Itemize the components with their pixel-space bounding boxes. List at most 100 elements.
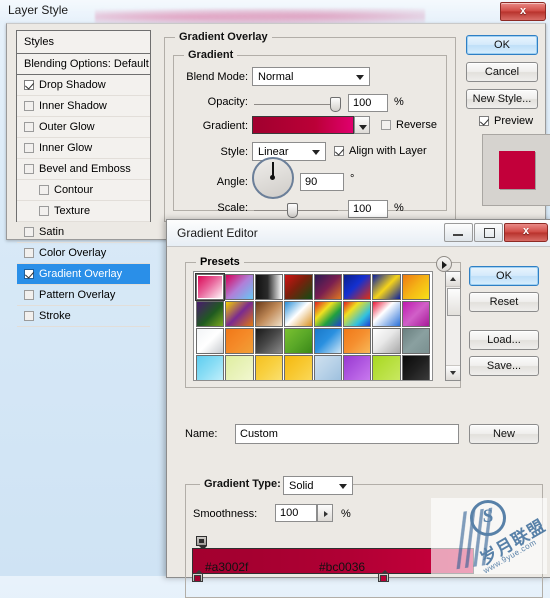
preset-swatch[interactable]	[313, 355, 342, 380]
preset-swatch[interactable]	[372, 355, 401, 380]
preset-swatch[interactable]	[401, 328, 430, 354]
style-row-gradient-overlay[interactable]: Gradient Overlay	[17, 264, 150, 285]
align-with-layer-label: Align with Layer	[349, 145, 427, 157]
preset-swatch[interactable]	[401, 301, 430, 327]
style-row-stroke[interactable]: Stroke	[17, 306, 150, 327]
preset-swatch[interactable]	[342, 328, 372, 354]
checkbox-drop-shadow[interactable]	[24, 80, 34, 90]
preset-swatch[interactable]	[196, 328, 225, 354]
preset-swatch[interactable]	[284, 274, 313, 300]
reverse-checkbox-row[interactable]: Reverse	[381, 119, 437, 131]
checkbox-stroke[interactable]	[24, 311, 34, 321]
preset-swatch[interactable]	[342, 301, 372, 327]
style-row-satin[interactable]: Satin	[17, 222, 150, 243]
style-row-outer-glow[interactable]: Outer Glow	[17, 117, 150, 138]
style-row-drop-shadow[interactable]: Drop Shadow	[17, 75, 150, 96]
preset-swatch[interactable]	[254, 355, 284, 380]
preset-swatch[interactable]	[284, 355, 313, 380]
scale-input[interactable]: 100	[348, 200, 388, 218]
gradient-editor-save-button[interactable]: Save...	[469, 356, 539, 376]
gradient-editor-close-icon[interactable]: x	[504, 223, 548, 242]
checkbox-outer-glow[interactable]	[24, 122, 34, 132]
preview-checkbox-row[interactable]: Preview	[479, 115, 533, 127]
style-row-inner-shadow[interactable]: Inner Shadow	[17, 96, 150, 117]
checkbox-preview[interactable]	[479, 116, 489, 126]
preset-swatch[interactable]	[254, 328, 284, 354]
blending-options-row[interactable]: Blending Options: Default	[17, 54, 150, 75]
new-preset-button[interactable]: New	[469, 424, 539, 444]
style-row-texture[interactable]: Texture	[17, 201, 150, 222]
preset-swatch[interactable]	[194, 273, 226, 301]
blend-mode-select[interactable]: Normal	[252, 67, 370, 86]
opacity-slider-track[interactable]	[254, 104, 338, 105]
angle-input[interactable]: 90	[300, 173, 344, 191]
scale-slider-knob[interactable]	[287, 203, 298, 218]
presets-scrollbar[interactable]	[445, 271, 461, 381]
smoothness-stepper[interactable]	[317, 504, 333, 522]
checkbox-contour[interactable]	[39, 185, 49, 195]
preset-swatch[interactable]	[342, 355, 372, 380]
checkbox-reverse[interactable]	[381, 120, 391, 130]
style-row-pattern-overlay[interactable]: Pattern Overlay	[17, 285, 150, 306]
preset-swatch[interactable]	[225, 274, 254, 300]
style-row-color-overlay[interactable]: Color Overlay	[17, 243, 150, 264]
checkbox-satin[interactable]	[24, 227, 34, 237]
preset-swatch[interactable]	[225, 355, 254, 380]
checkbox-color-overlay[interactable]	[24, 248, 34, 258]
checkbox-texture[interactable]	[39, 206, 49, 216]
preset-swatch[interactable]	[372, 274, 401, 300]
preset-swatch[interactable]	[284, 301, 313, 327]
gradient-editor-ok-button[interactable]: OK	[469, 266, 539, 286]
gradient-dropdown-button[interactable]	[354, 116, 370, 134]
preset-swatch[interactable]	[225, 328, 254, 354]
maximize-icon[interactable]	[474, 223, 503, 242]
scroll-up-icon[interactable]	[446, 272, 460, 287]
gradient-editor-load-button[interactable]: Load...	[469, 330, 539, 350]
style-row-bevel-and-emboss[interactable]: Bevel and Emboss	[17, 159, 150, 180]
preset-swatch[interactable]	[313, 328, 342, 354]
name-input[interactable]: Custom	[235, 424, 459, 444]
checkbox-align-with-layer[interactable]	[334, 146, 344, 156]
preset-swatch[interactable]	[254, 301, 284, 327]
style-row-inner-glow[interactable]: Inner Glow	[17, 138, 150, 159]
preset-swatch[interactable]	[401, 274, 430, 300]
preset-swatch[interactable]	[372, 301, 401, 327]
preset-swatch[interactable]	[196, 355, 225, 380]
new-style-button[interactable]: New Style...	[466, 89, 538, 109]
preset-swatch[interactable]	[313, 301, 342, 327]
opacity-stop-marker[interactable]	[196, 536, 207, 550]
preset-swatch[interactable]	[313, 274, 342, 300]
close-icon[interactable]: x	[500, 2, 546, 21]
ok-button[interactable]: OK	[466, 35, 538, 55]
presets-swatch-area[interactable]	[193, 271, 433, 381]
opacity-input[interactable]: 100	[348, 94, 388, 112]
gradient-stop-right-chip[interactable]	[380, 575, 387, 582]
opacity-slider-knob[interactable]	[330, 97, 341, 112]
checkbox-inner-glow[interactable]	[24, 143, 34, 153]
cancel-button[interactable]: Cancel	[466, 62, 538, 82]
smoothness-input[interactable]: 100	[275, 504, 317, 522]
scrollbar-thumb[interactable]	[447, 288, 461, 316]
gradient-editor-reset-button[interactable]: Reset	[469, 292, 539, 312]
preset-swatch[interactable]	[196, 301, 225, 327]
gradient-stop-left-chip[interactable]	[194, 575, 201, 582]
preset-swatch[interactable]	[254, 274, 284, 300]
checkbox-pattern-overlay[interactable]	[24, 290, 34, 300]
checkbox-bevel-and-emboss[interactable]	[24, 164, 34, 174]
minimize-glyph	[453, 234, 463, 236]
preset-swatch[interactable]	[342, 274, 372, 300]
gradient-type-select[interactable]: Solid	[283, 476, 353, 495]
checkbox-gradient-overlay[interactable]	[24, 269, 34, 279]
gradient-preview-bar[interactable]	[252, 116, 354, 134]
preset-swatch[interactable]	[372, 328, 401, 354]
preset-swatch[interactable]	[225, 301, 254, 327]
preset-swatch[interactable]	[401, 355, 430, 380]
presets-flyout-icon[interactable]	[436, 256, 452, 272]
checkbox-inner-shadow[interactable]	[24, 101, 34, 111]
scroll-down-icon[interactable]	[446, 365, 460, 380]
align-with-layer-row[interactable]: Align with Layer	[334, 145, 427, 157]
style-row-contour[interactable]: Contour	[17, 180, 150, 201]
preset-swatch[interactable]	[284, 328, 313, 354]
minimize-icon[interactable]	[444, 223, 473, 242]
angle-dial[interactable]	[252, 157, 294, 199]
